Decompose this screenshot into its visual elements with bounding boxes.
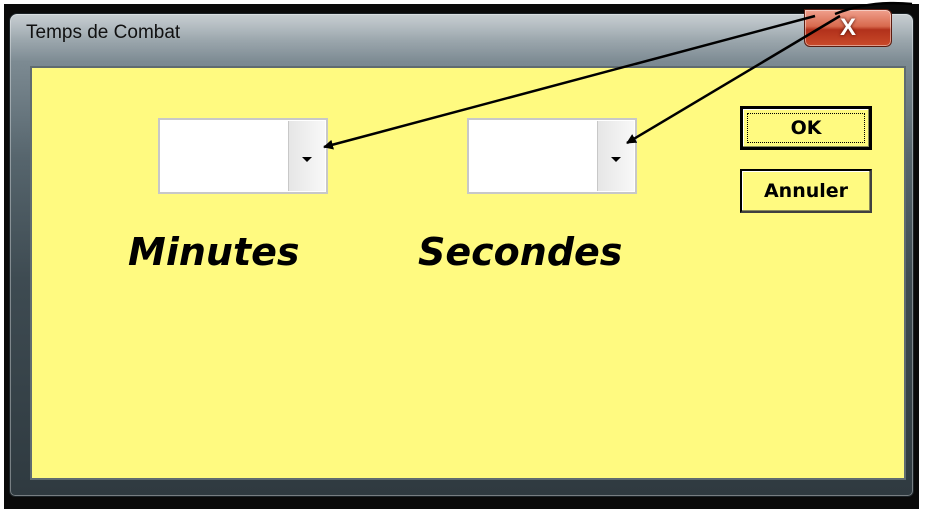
arrow-tail-curve — [834, 1, 913, 16]
arrow-to-minutes-combo — [323, 14, 816, 150]
annotation-arrows — [323, 1, 913, 150]
arrow-to-seconds-combo — [626, 14, 841, 145]
